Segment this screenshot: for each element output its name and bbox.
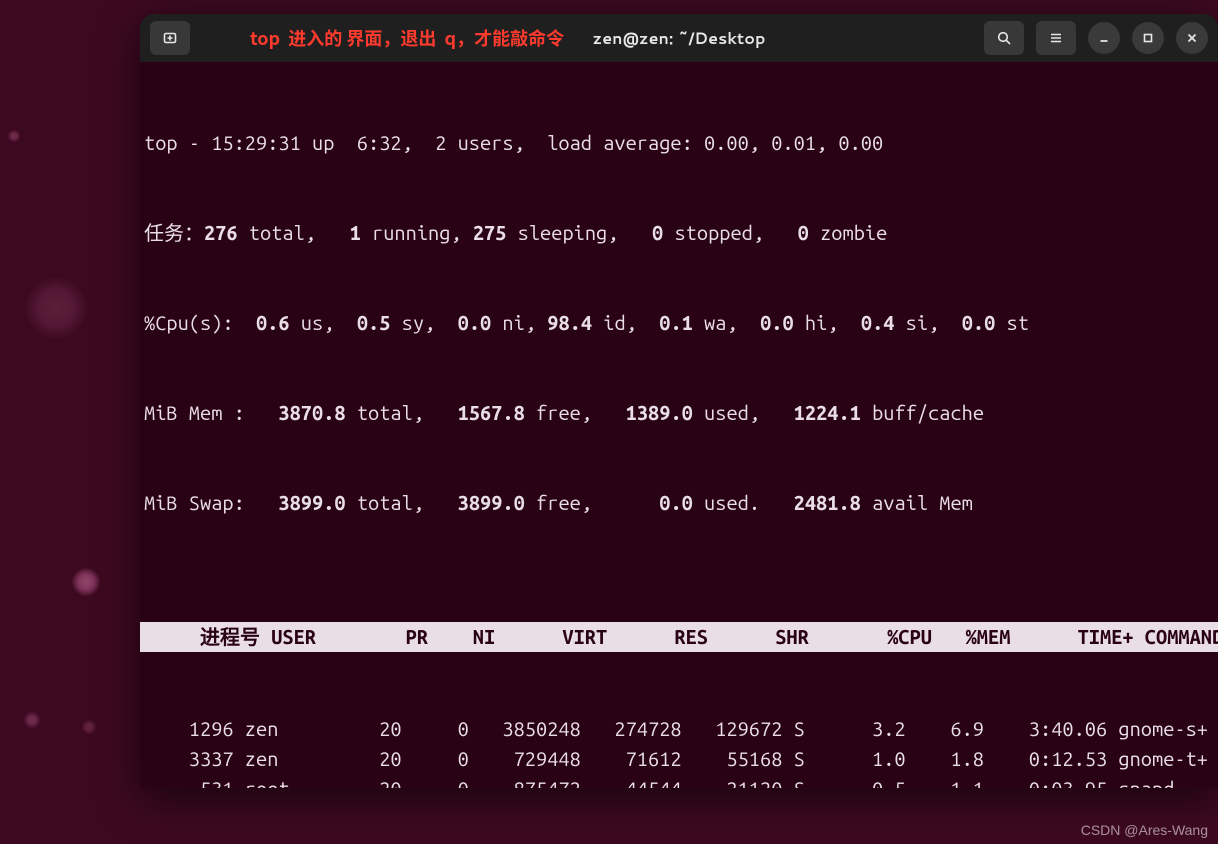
swap-label: MiB Swap: bbox=[144, 491, 245, 514]
sep: running, bbox=[361, 221, 462, 244]
swap-total: 3899.0 bbox=[245, 491, 346, 514]
titlebar: top 进入的 界面，退出 q，才能敲命令 zen@zen: ~/Desktop bbox=[140, 14, 1218, 62]
desktop-bokeh-dot bbox=[72, 568, 100, 596]
desktop-bokeh-dot bbox=[24, 712, 40, 728]
process-table-header: 进程号 USER PR NI VIRT RES SHR %CPU %MEM TI… bbox=[140, 622, 1218, 652]
search-icon bbox=[996, 30, 1012, 46]
terminal-window: top 进入的 界面，退出 q，才能敲命令 zen@zen: ~/Desktop… bbox=[140, 14, 1218, 788]
top-summary-line-tasks: 任务：276 total, 1 running, 275 sleeping, 0… bbox=[140, 218, 1218, 248]
hamburger-icon bbox=[1048, 30, 1064, 46]
new-tab-icon bbox=[162, 30, 178, 46]
sep: total, bbox=[346, 401, 424, 424]
sep: used. bbox=[693, 491, 760, 514]
mem-buff: 1224.1 bbox=[760, 401, 861, 424]
sep: total, bbox=[238, 221, 316, 244]
sep: sleeping, bbox=[506, 221, 618, 244]
sep: si, bbox=[894, 311, 939, 334]
maximize-button[interactable] bbox=[1132, 22, 1164, 54]
sep: buff/cache bbox=[861, 401, 984, 424]
mem-total: 3870.8 bbox=[245, 401, 346, 424]
top-summary-line-swap: MiB Swap: 3899.0 total, 3899.0 free, 0.0… bbox=[140, 488, 1218, 518]
tasks-label: 任务： bbox=[144, 221, 204, 244]
sep: free, bbox=[525, 401, 592, 424]
mem-free: 1567.8 bbox=[424, 401, 525, 424]
tasks-stopped: 0 bbox=[618, 221, 663, 244]
swap-avail: 2481.8 bbox=[760, 491, 861, 514]
cpu-us: 0.6 bbox=[234, 311, 290, 334]
sep: zombie bbox=[809, 221, 887, 244]
sep: hi, bbox=[794, 311, 839, 334]
maximize-icon bbox=[1140, 30, 1156, 46]
sep: free, bbox=[525, 491, 592, 514]
minimize-icon bbox=[1096, 30, 1112, 46]
cpu-ni: 0.0 bbox=[435, 311, 491, 334]
terminal-body[interactable]: top - 15:29:31 up 6:32, 2 users, load av… bbox=[140, 62, 1218, 788]
sep: id, bbox=[592, 311, 637, 334]
desktop-bokeh-dot bbox=[8, 130, 20, 142]
cpu-label: %Cpu(s): bbox=[144, 311, 234, 334]
sep: st bbox=[995, 311, 1029, 334]
top-summary-line-uptime: top - 15:29:31 up 6:32, 2 users, load av… bbox=[140, 128, 1218, 158]
menu-button[interactable] bbox=[1036, 21, 1076, 55]
annotation-text: top 进入的 界面，退出 q，才能敲命令 bbox=[250, 25, 564, 51]
sep: avail Mem bbox=[861, 491, 973, 514]
sep: used, bbox=[693, 401, 760, 424]
cpu-hi: 0.0 bbox=[738, 311, 794, 334]
swap-used: 0.0 bbox=[592, 491, 693, 514]
sep: ni, bbox=[491, 311, 536, 334]
tasks-running: 1 bbox=[316, 221, 361, 244]
cpu-wa: 0.1 bbox=[637, 311, 693, 334]
top-summary-line-mem: MiB Mem : 3870.8 total, 1567.8 free, 138… bbox=[140, 398, 1218, 428]
process-table-body: 1296 zen 20 0 3850248 274728 129672 S 3.… bbox=[140, 714, 1218, 788]
tasks-total: 276 bbox=[204, 221, 238, 244]
new-tab-button[interactable] bbox=[150, 21, 190, 55]
sep: wa, bbox=[693, 311, 738, 334]
cpu-sy: 0.5 bbox=[334, 311, 390, 334]
close-button[interactable] bbox=[1176, 22, 1208, 54]
sep: stopped, bbox=[663, 221, 764, 244]
close-icon bbox=[1184, 30, 1200, 46]
desktop-bokeh-dot bbox=[82, 720, 96, 734]
swap-free: 3899.0 bbox=[424, 491, 525, 514]
sep: us, bbox=[290, 311, 335, 334]
mem-label: MiB Mem : bbox=[144, 401, 245, 424]
cpu-si: 0.4 bbox=[838, 311, 894, 334]
minimize-button[interactable] bbox=[1088, 22, 1120, 54]
tasks-sleeping: 275 bbox=[462, 221, 507, 244]
top-summary-line-cpu: %Cpu(s): 0.6 us, 0.5 sy, 0.0 ni, 98.4 id… bbox=[140, 308, 1218, 338]
process-row: 1296 zen 20 0 3850248 274728 129672 S 3.… bbox=[140, 714, 1218, 744]
process-row: 3337 zen 20 0 729448 71612 55168 S 1.0 1… bbox=[140, 744, 1218, 774]
sep: sy, bbox=[390, 311, 435, 334]
search-button[interactable] bbox=[984, 21, 1024, 55]
cpu-id: 98.4 bbox=[536, 311, 592, 334]
tasks-zombie: 0 bbox=[764, 221, 809, 244]
desktop-bokeh-dot bbox=[26, 278, 86, 338]
watermark: CSDN @Ares-Wang bbox=[1081, 822, 1208, 838]
mem-used: 1389.0 bbox=[592, 401, 693, 424]
process-row: 531 root 20 0 875472 44544 21120 S 0.5 1… bbox=[140, 774, 1218, 788]
cpu-st: 0.0 bbox=[939, 311, 995, 334]
sep: total, bbox=[346, 491, 424, 514]
